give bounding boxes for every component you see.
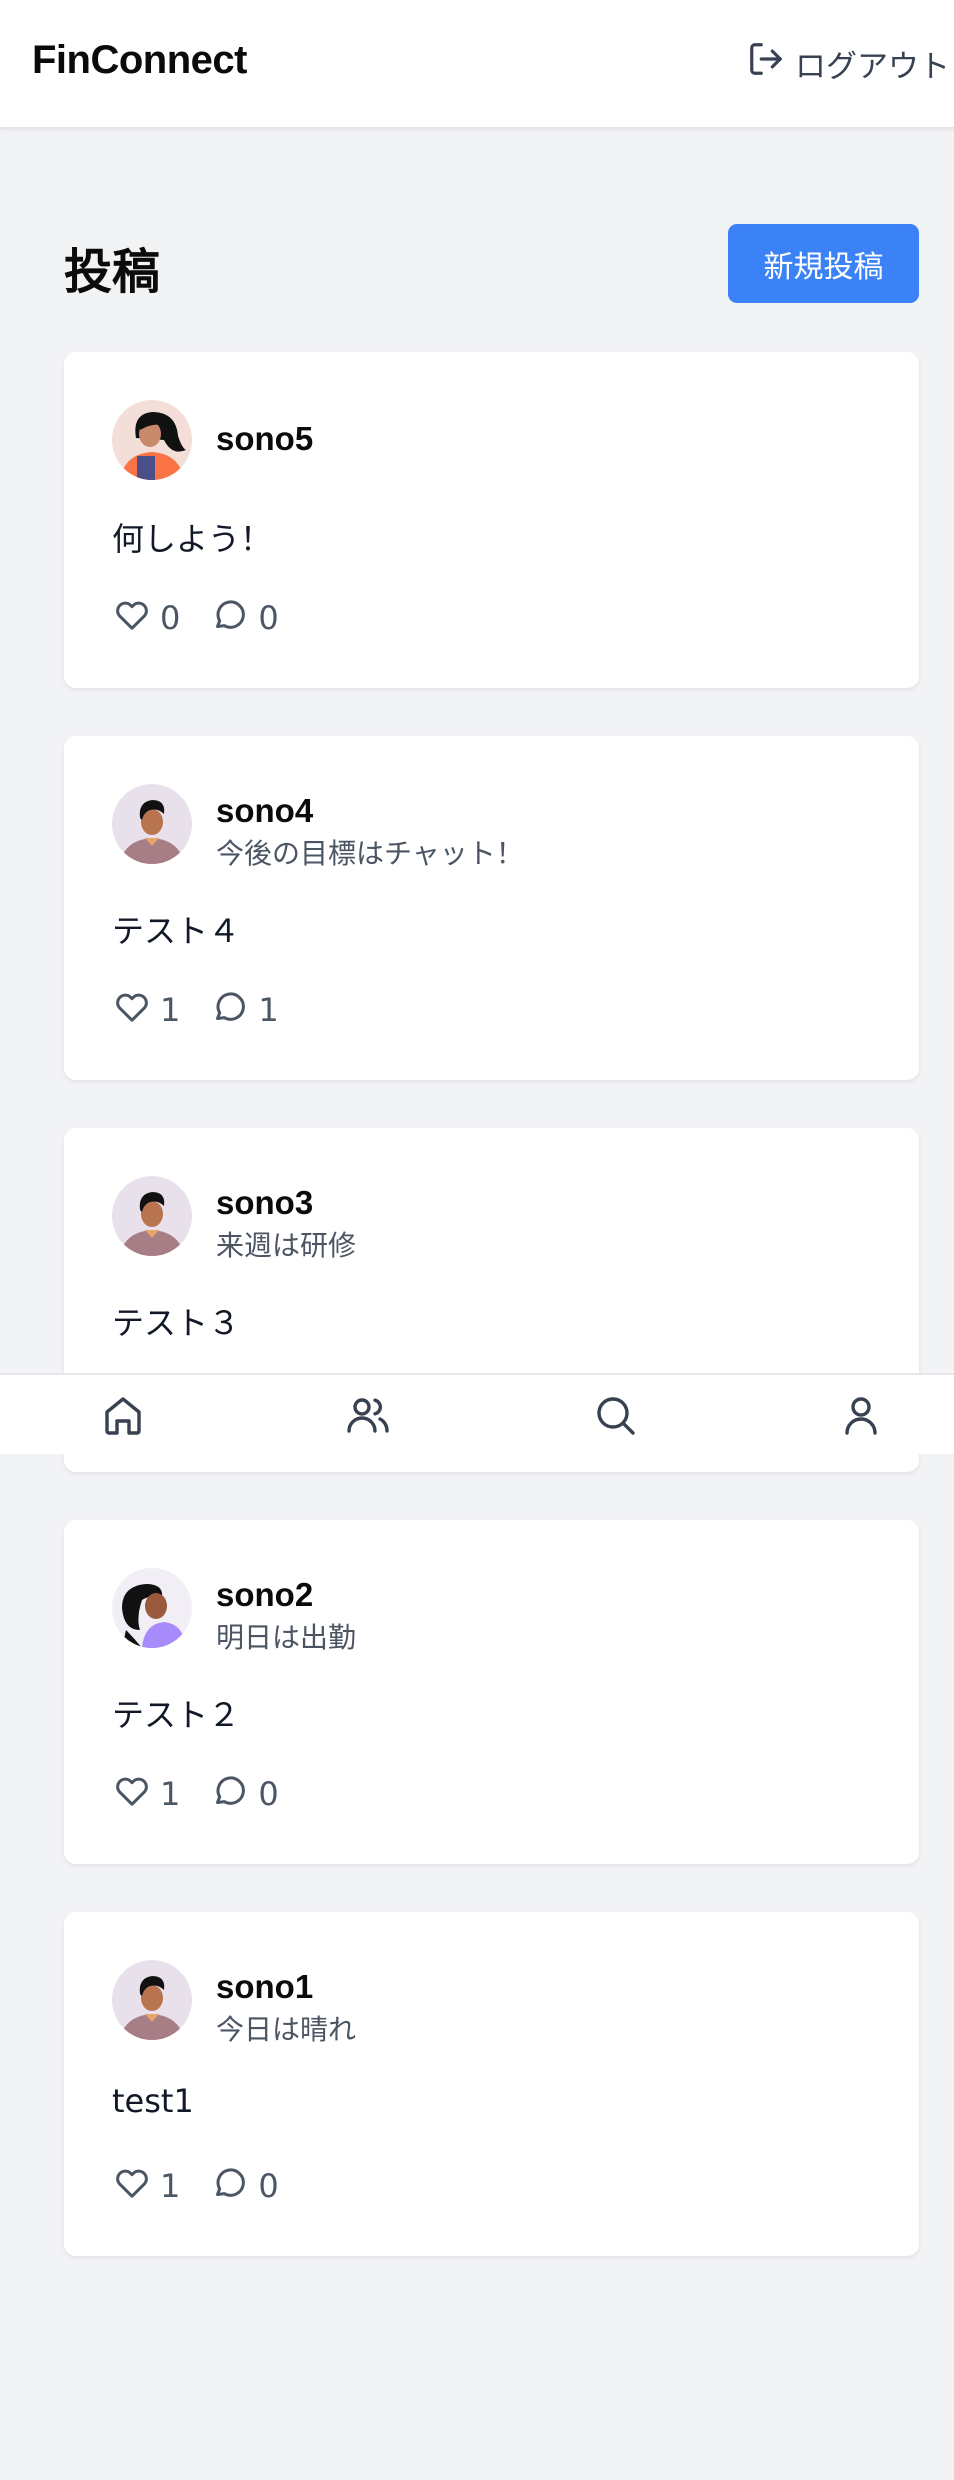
page-title: 投稿 xyxy=(64,244,161,300)
post-username[interactable]: sono3 xyxy=(216,1184,313,1222)
like-count: 1 xyxy=(160,2167,181,2205)
comment-count: 0 xyxy=(258,599,279,637)
nav-search-button[interactable] xyxy=(591,1391,639,1439)
post-card[interactable]: sono5 何しよう！ 0 0 xyxy=(64,352,919,688)
avatar[interactable] xyxy=(112,784,192,864)
post-username[interactable]: sono4 xyxy=(216,792,313,830)
post-content: test1 xyxy=(112,2082,194,2120)
app-logo[interactable]: FinConnect xyxy=(32,38,247,83)
logout-label: ログアウト xyxy=(795,48,950,85)
heart-icon xyxy=(112,1770,152,1818)
post-actions: 1 0 xyxy=(112,2162,309,2210)
app-header: FinConnect ログアウト xyxy=(0,0,954,129)
comment-count: 0 xyxy=(258,1775,279,1813)
comment-button[interactable]: 0 xyxy=(210,1770,279,1818)
logout-icon xyxy=(747,40,785,86)
comment-count: 0 xyxy=(258,2167,279,2205)
post-username[interactable]: sono5 xyxy=(216,420,313,458)
heart-icon xyxy=(112,2162,152,2210)
avatar[interactable] xyxy=(112,400,192,480)
avatar[interactable] xyxy=(112,1176,192,1256)
nav-users-button[interactable] xyxy=(344,1391,392,1439)
new-post-button[interactable]: 新規投稿 xyxy=(728,224,919,303)
avatar[interactable] xyxy=(112,1960,192,2040)
nav-profile-button[interactable] xyxy=(837,1391,885,1439)
post-card[interactable]: sono4 今後の目標はチャット！ テスト４ 1 1 xyxy=(64,736,919,1080)
home-icon xyxy=(99,1397,147,1443)
post-user-status: 来週は研修 xyxy=(216,1229,357,1262)
logout-button[interactable]: ログアウト xyxy=(747,40,950,86)
nav-home-button[interactable] xyxy=(99,1391,147,1439)
post-content: テスト４ xyxy=(112,912,241,950)
post-card[interactable]: sono1 今日は晴れ test1 1 0 xyxy=(64,1912,919,2256)
like-count: 0 xyxy=(160,599,181,637)
comment-icon xyxy=(210,1770,250,1818)
post-content: テスト２ xyxy=(112,1696,241,1734)
heart-icon xyxy=(112,594,152,642)
post-user-status: 今後の目標はチャット！ xyxy=(216,837,524,870)
like-button[interactable]: 1 xyxy=(112,1770,180,1818)
like-count: 1 xyxy=(160,991,181,1029)
post-card[interactable]: sono2 明日は出勤 テスト２ 1 0 xyxy=(64,1520,919,1864)
post-user-status: 今日は晴れ xyxy=(216,2013,357,2046)
post-content: テスト３ xyxy=(112,1304,241,1342)
comment-button[interactable]: 1 xyxy=(210,986,279,1034)
post-actions: 0 0 xyxy=(112,594,309,642)
heart-icon xyxy=(112,986,152,1034)
post-username[interactable]: sono2 xyxy=(216,1576,313,1614)
comment-icon xyxy=(210,986,250,1034)
post-user-status: 明日は出勤 xyxy=(216,1621,357,1654)
post-actions: 1 0 xyxy=(112,1770,309,1818)
like-count: 1 xyxy=(160,1775,181,1813)
like-button[interactable]: 1 xyxy=(112,986,180,1034)
avatar[interactable] xyxy=(112,1568,192,1648)
comment-button[interactable]: 0 xyxy=(210,594,279,642)
comment-icon xyxy=(210,2162,250,2210)
post-actions: 1 1 xyxy=(112,986,309,1034)
like-button[interactable]: 1 xyxy=(112,2162,180,2210)
bottom-nav xyxy=(0,1373,954,1454)
comment-button[interactable]: 0 xyxy=(210,2162,279,2210)
post-username[interactable]: sono1 xyxy=(216,1968,313,2006)
search-icon xyxy=(591,1397,639,1443)
profile-icon xyxy=(837,1397,885,1443)
comment-icon xyxy=(210,594,250,642)
post-content: 何しよう！ xyxy=(112,520,273,558)
like-button[interactable]: 0 xyxy=(112,594,180,642)
comment-count: 1 xyxy=(258,991,279,1029)
users-icon xyxy=(344,1398,392,1443)
